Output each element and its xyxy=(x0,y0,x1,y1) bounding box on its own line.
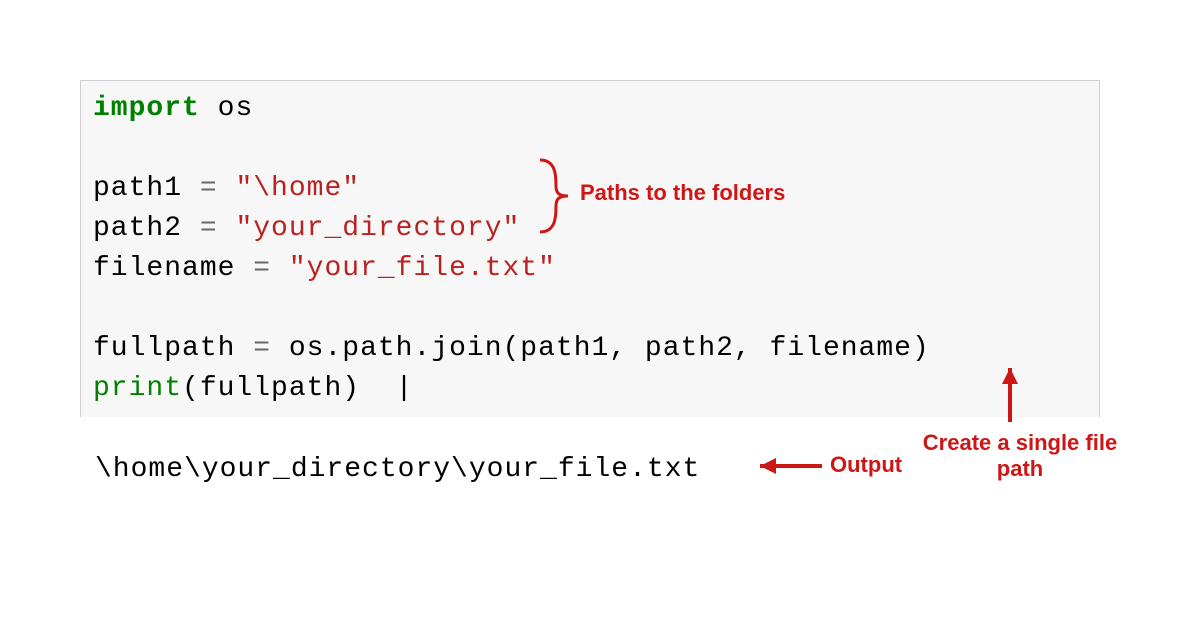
var-filename: filename xyxy=(93,253,235,284)
operator-eq: = xyxy=(253,333,271,364)
var-path2: path2 xyxy=(93,213,182,244)
annotation-create-path-line1: Create a single file xyxy=(923,430,1117,455)
operator-eq: = xyxy=(200,173,218,204)
print-args: (fullpath) xyxy=(182,373,360,404)
string-path2: "your_directory" xyxy=(235,213,520,244)
text-cursor: | xyxy=(396,369,414,409)
annotation-create-path-line2: path xyxy=(997,456,1043,481)
string-path1: "\home" xyxy=(235,173,360,204)
code-cell: import os path1 = "\home" path2 = "your_… xyxy=(80,80,1100,417)
code-content: import os path1 = "\home" path2 = "your_… xyxy=(93,89,1087,409)
keyword-import: import xyxy=(93,93,200,124)
arrow-output-head-icon xyxy=(760,458,776,474)
annotation-create-path: Create a single file path xyxy=(920,430,1120,482)
operator-eq: = xyxy=(200,213,218,244)
operator-eq: = xyxy=(253,253,271,284)
var-path1: path1 xyxy=(93,173,182,204)
builtin-print: print xyxy=(93,373,182,404)
figure-stage: import os path1 = "\home" path2 = "your_… xyxy=(0,0,1200,630)
annotation-paths: Paths to the folders xyxy=(580,180,785,206)
string-filename: "your_file.txt" xyxy=(289,253,556,284)
output-text: \home\your_directory\your_file.txt xyxy=(95,450,700,490)
ospath-join-call: os.path.join(path1, path2, filename) xyxy=(289,333,930,364)
var-fullpath: fullpath xyxy=(93,333,235,364)
module-os: os xyxy=(218,93,254,124)
annotation-output: Output xyxy=(830,452,902,478)
